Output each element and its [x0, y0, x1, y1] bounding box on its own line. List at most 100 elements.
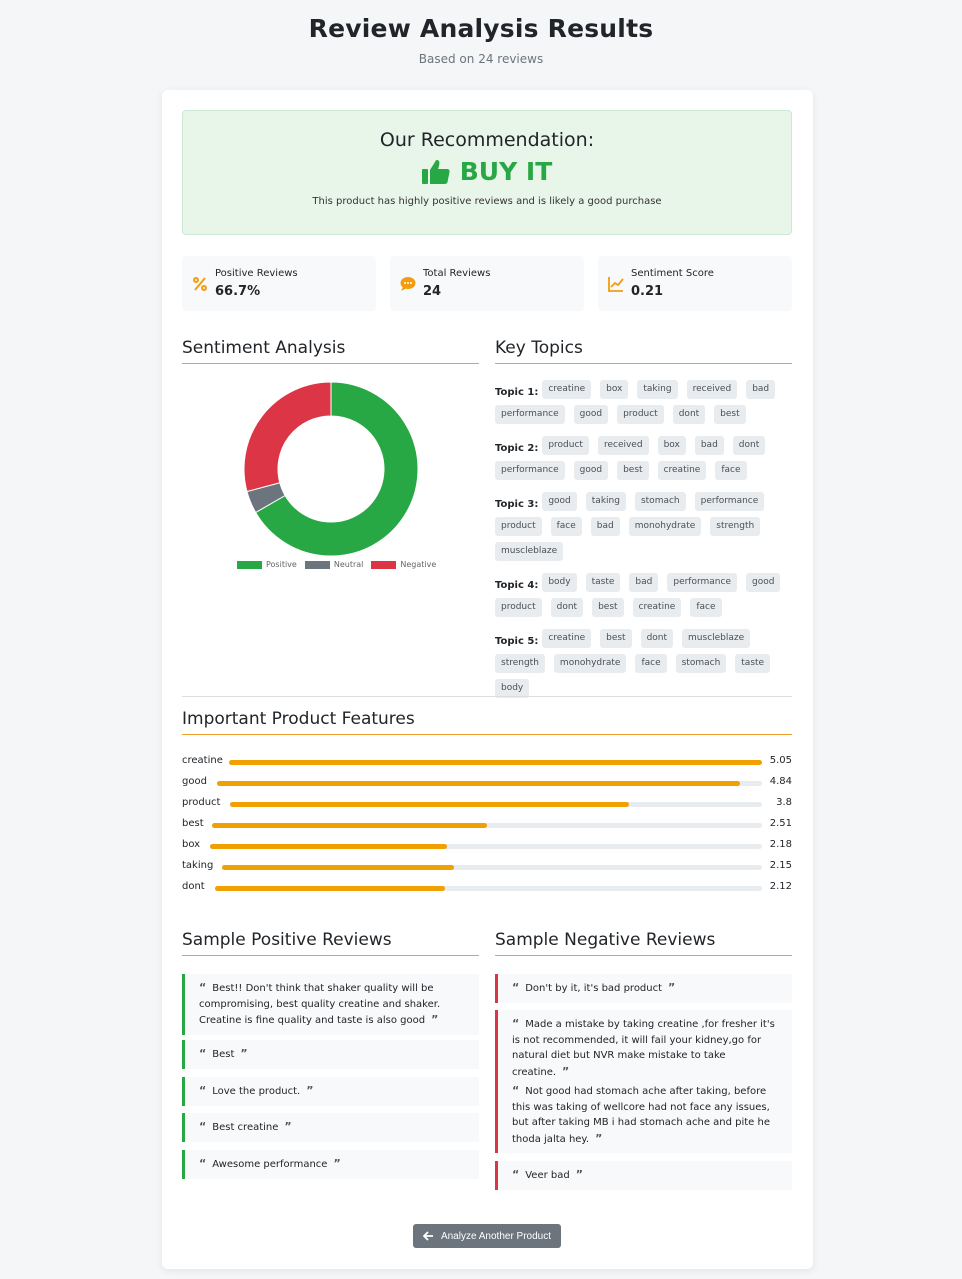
topic-tag: good: [746, 573, 781, 592]
quote-close-icon: ”: [240, 1047, 248, 1060]
feature-name: dont: [182, 881, 205, 892]
topic-tag: best: [600, 629, 632, 648]
recommendation-description: This product has highly positive reviews…: [312, 196, 662, 207]
topic-row: Topic 3: good taking stomach performance prod…: [495, 492, 795, 567]
topic-tag: good: [573, 405, 609, 424]
topic-row: Topic 4: body taste bad performance good produ…: [495, 573, 795, 623]
page-header: Review Analysis Results Based on 24 revi…: [0, 0, 962, 90]
percent-icon: [193, 277, 207, 291]
recommendation-box: Our Recommendation: BUY IT This product …: [182, 110, 792, 235]
topic-label: Topic 3:: [495, 499, 539, 510]
stat-label: Total Reviews: [423, 268, 491, 279]
review-text: Love the product.: [212, 1086, 301, 1097]
topic-tag: product: [542, 436, 589, 455]
review-text: Best: [212, 1049, 235, 1060]
feature-name: taking: [182, 860, 214, 871]
stat-total-reviews: Total Reviews 24: [390, 256, 584, 311]
stat-label: Positive Reviews: [215, 268, 298, 279]
thumbs-up-icon: [421, 159, 450, 184]
section-divider: [182, 696, 792, 697]
feature-name: good: [182, 776, 207, 787]
feature-bar-track: [212, 823, 762, 828]
topic-tag: good: [573, 461, 609, 480]
quote-open-icon: “: [512, 1168, 520, 1181]
topic-tag: received: [686, 380, 738, 399]
topic-label: Topic 5:: [495, 636, 539, 647]
topic-tag: dont: [640, 629, 674, 648]
feature-name: creatine: [182, 755, 223, 766]
topic-tag: good: [542, 492, 577, 511]
feature-value: 2.12: [769, 881, 792, 892]
review-text: Best!! Don't think that shaker quality w…: [199, 983, 441, 1026]
feature-name: product: [182, 797, 221, 808]
analyze-another-button[interactable]: Analyze Another Product: [413, 1224, 561, 1248]
stat-value: 24: [423, 284, 442, 299]
quote-close-icon: ”: [306, 1084, 314, 1097]
feature-row: good 4.84: [182, 776, 792, 792]
comment-icon: [400, 277, 416, 291]
topic-tag: face: [690, 598, 722, 617]
positive-review: “ Love the product. ”: [182, 1077, 479, 1106]
topic-row: Topic 5: creatine best dont muscleblaze stren…: [495, 629, 795, 704]
topic-tag: face: [715, 461, 747, 480]
feature-bar-fill: [210, 844, 448, 849]
topic-tag: box: [600, 380, 629, 399]
stat-value: 0.21: [631, 284, 664, 299]
topic-tag: performance: [667, 573, 737, 592]
donut-slice-negative[interactable]: [243, 381, 332, 493]
topics-list: Topic 1: creatine box taking received bad perf…: [495, 380, 795, 710]
topic-tag: strength: [495, 654, 545, 673]
feature-value: 2.51: [769, 818, 792, 829]
topic-tag: product: [495, 598, 542, 617]
feature-row: box 2.18: [182, 839, 792, 855]
topic-label: Topic 4:: [495, 580, 539, 591]
topic-tag: received: [597, 436, 649, 455]
topic-tag: strength: [710, 517, 761, 536]
review-text: Veer bad: [525, 1170, 570, 1181]
positive-review: “Best!! Don't think that shaker quality …: [182, 974, 479, 1035]
feature-row: creatine 5.05: [182, 755, 792, 771]
topic-tag: muscleblaze: [682, 629, 751, 648]
topic-tag: product: [617, 405, 664, 424]
feature-row: taking 2.15: [182, 860, 792, 876]
quote-open-icon: “: [199, 1047, 207, 1060]
review-text: Made a mistake by taking creatine ,for f…: [512, 1019, 775, 1078]
topic-tag: creatine: [542, 380, 592, 399]
stat-sentiment-score: Sentiment Score 0.21: [598, 256, 792, 311]
quote-close-icon: ”: [668, 981, 676, 994]
topic-tag: stomach: [675, 654, 727, 673]
feature-bar-track: [210, 844, 762, 849]
recommendation-title: Our Recommendation:: [379, 129, 595, 151]
topic-tag: bad: [694, 436, 724, 455]
review-text: Don't by it, it's bad product: [525, 983, 663, 994]
quote-open-icon: “: [512, 1084, 520, 1097]
quote-open-icon: “: [512, 981, 520, 994]
feature-value: 3.8: [776, 797, 792, 808]
topic-tag: dont: [550, 598, 584, 617]
feature-value: 2.18: [769, 839, 792, 850]
quote-close-icon: ”: [595, 1131, 603, 1145]
stat-positive-reviews: Positive Reviews 66.7%: [182, 256, 376, 311]
quote-open-icon: “: [199, 1157, 207, 1170]
topic-tag: bad: [746, 380, 776, 399]
feature-value: 5.05: [769, 755, 792, 766]
topic-tag: taking: [585, 492, 626, 511]
verdict-text: BUY IT: [459, 157, 553, 186]
topic-tag: taking: [637, 380, 678, 399]
topic-tag: taste: [735, 654, 771, 673]
topic-tag: monohydrate: [628, 517, 702, 536]
positive-reviews-title: Sample Positive Reviews: [182, 930, 479, 956]
positive-review: “ Best creatine ”: [182, 1113, 479, 1142]
button-label: Analyze Another Product: [440, 1230, 552, 1242]
recommendation-verdict: BUY IT: [183, 157, 791, 186]
feature-value: 4.84: [769, 776, 792, 787]
feature-row: dont 2.12: [182, 881, 792, 897]
negative-review: “ Don't by it, it's bad product ”: [495, 974, 792, 1003]
feature-bar-fill: [222, 865, 455, 870]
topic-tag: body: [542, 573, 577, 592]
feature-bar-track: [217, 781, 762, 786]
topic-tag: bad: [629, 573, 659, 592]
feature-bar-track: [215, 886, 762, 891]
quote-open-icon: “: [199, 1084, 207, 1097]
feature-name: best: [182, 818, 204, 829]
